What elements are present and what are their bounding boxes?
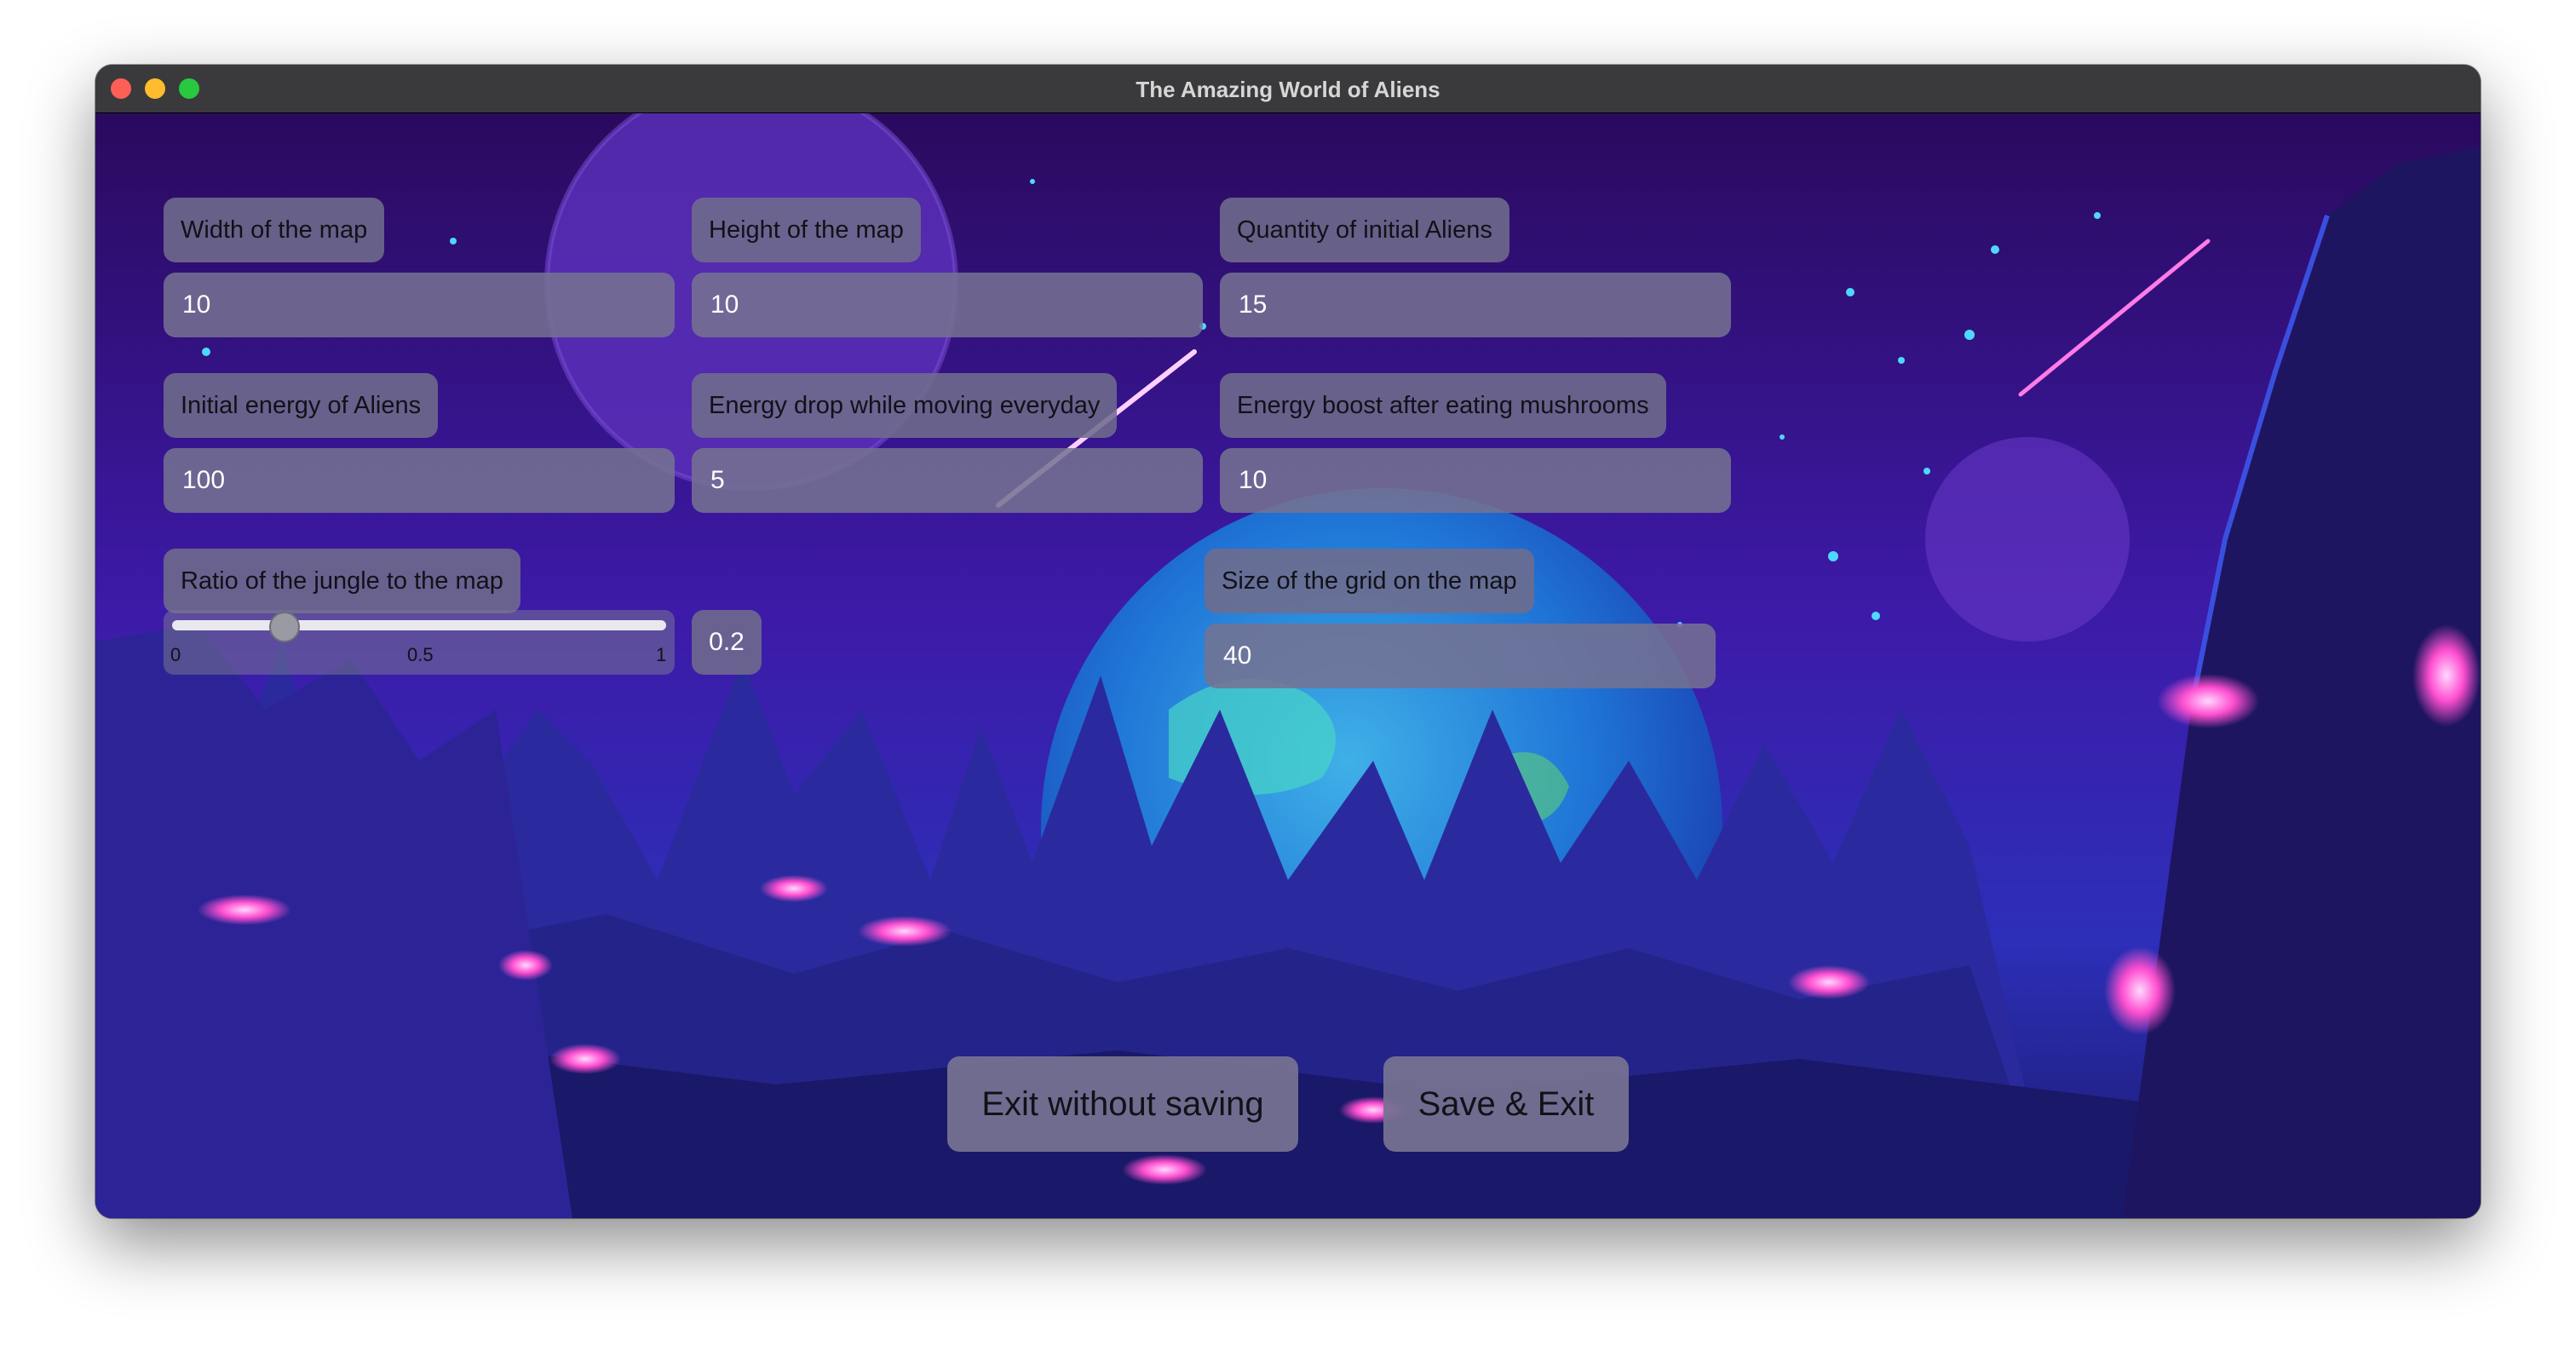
height-label: Height of the map	[692, 198, 921, 262]
slider-thumb[interactable]	[269, 612, 300, 642]
slider-tick-max: 1	[656, 644, 667, 665]
width-input[interactable]	[164, 273, 675, 337]
aliens-label: Quantity of initial Aliens	[1220, 198, 1509, 262]
height-input[interactable]	[692, 273, 1203, 337]
energy-boost-input[interactable]	[1220, 448, 1731, 513]
title-bar: The Amazing World of Aliens	[95, 65, 2481, 113]
jungle-ratio-value: 0.2	[692, 610, 762, 675]
energy-input[interactable]	[164, 448, 675, 513]
save-and-exit-button[interactable]: Save & Exit	[1383, 1056, 1629, 1152]
energy-drop-label: Energy drop while moving everyday	[692, 373, 1118, 438]
energy-drop-input[interactable]	[692, 448, 1203, 513]
aliens-input[interactable]	[1220, 273, 1731, 337]
slider-track[interactable]	[172, 620, 666, 630]
window-title: The Amazing World of Aliens	[1136, 77, 1440, 102]
energy-boost-label: Energy boost after eating mushrooms	[1220, 373, 1666, 438]
energy-label: Initial energy of Aliens	[164, 373, 439, 438]
jungle-ratio-label: Ratio of the jungle to the map	[164, 549, 520, 613]
grid-size-input[interactable]	[1205, 624, 1716, 688]
exit-without-saving-button[interactable]: Exit without saving	[947, 1056, 1298, 1152]
grid-size-label: Size of the grid on the map	[1205, 549, 1534, 613]
app-window: The Amazing World of Aliens Width of the…	[95, 65, 2481, 1218]
jungle-ratio-slider[interactable]: 0 0.5 1	[164, 610, 675, 675]
width-label: Width of the map	[164, 198, 385, 262]
slider-tick-mid: 0.5	[407, 644, 434, 665]
slider-tick-min: 0	[170, 644, 181, 665]
